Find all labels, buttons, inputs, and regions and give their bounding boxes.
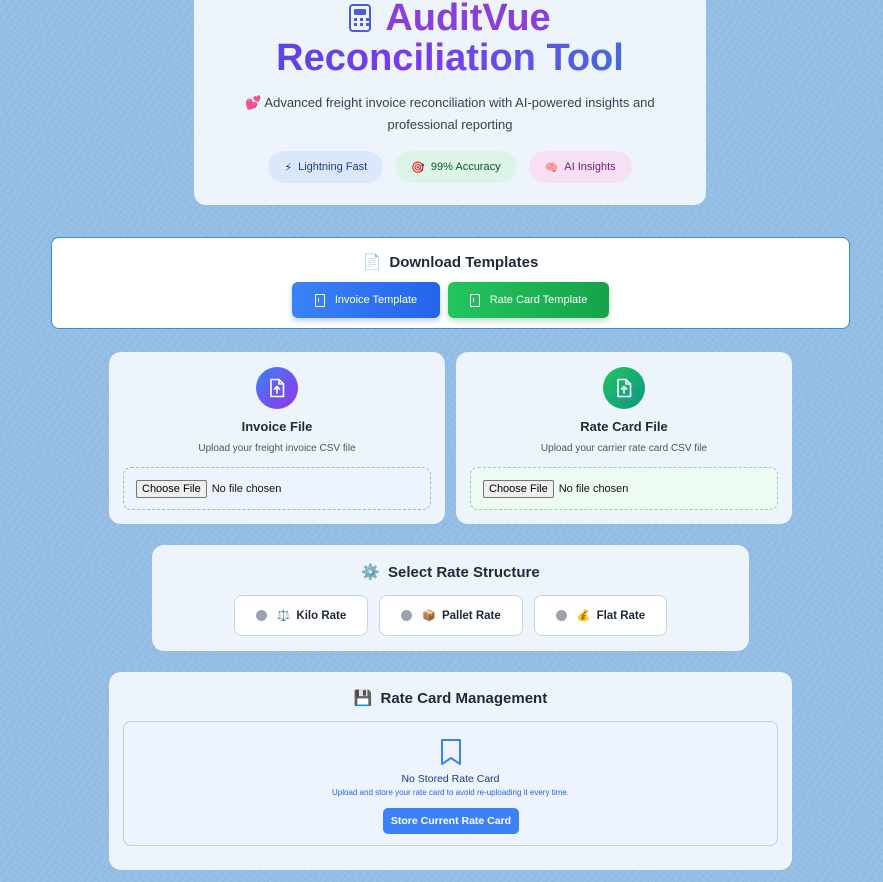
rate-card-file-title: Rate Card File — [580, 419, 668, 434]
rate-structure-title-text: Select Rate Structure — [387, 563, 540, 581]
bookmark-icon — [441, 739, 461, 765]
option-label: Kilo Rate — [296, 609, 347, 622]
calculator-icon — [349, 4, 372, 32]
rate-card-management-card: 💾 Rate Card Management No Stored Rate Ca… — [109, 672, 792, 870]
money-bag-icon: 💰 — [576, 610, 591, 622]
invoice-file-input[interactable]: Choose File No file chosen — [123, 467, 431, 510]
upload-icon — [256, 367, 298, 409]
badge-lightning-fast: ⚡ Lightning Fast — [268, 151, 384, 183]
option-kilo-rate[interactable]: ⚖️ Kilo Rate — [234, 595, 368, 636]
invoice-choose-file-button[interactable]: Choose File — [136, 479, 207, 498]
rate-card-upload-card: Rate Card File Upload your carrier rate … — [456, 352, 792, 524]
store-rate-card-button[interactable]: Store Current Rate Card — [383, 808, 519, 834]
badge-accuracy: 🎯 99% Accuracy — [395, 151, 517, 183]
option-flat-rate[interactable]: 💰 Flat Rate — [534, 595, 667, 636]
scale-icon: ⚖️ — [276, 610, 291, 622]
invoice-upload-card: Invoice File Upload your freight invoice… — [109, 352, 445, 524]
management-title-text: Rate Card Management — [380, 689, 548, 707]
target-icon: 🎯 — [411, 161, 425, 174]
badge-label: AI Insights — [564, 161, 616, 173]
templates-title-text: Download Templates — [389, 253, 539, 271]
template-buttons: Invoice Template Rate Card Template — [52, 282, 849, 318]
badge-ai-insights: 🧠 AI Insights — [528, 151, 632, 183]
option-pallet-rate[interactable]: 📦 Pallet Rate — [379, 595, 523, 636]
invoice-file-title: Invoice File — [241, 419, 313, 434]
package-icon: 📦 — [422, 610, 436, 622]
option-label: Flat Rate — [596, 609, 646, 622]
no-stored-rate-card-description: Upload and store your rate card to avoid… — [331, 788, 569, 797]
hero-card: AuditVue Reconciliation Tool 💕 Advanced … — [194, 0, 706, 205]
rate-card-file-input[interactable]: Choose File No file chosen — [470, 467, 778, 510]
app-title-line2: Reconciliation Tool — [194, 38, 706, 78]
upload-icon — [603, 367, 645, 409]
radio-indicator[interactable] — [555, 610, 567, 621]
app-subtitle: 💕 Advanced freight invoice reconciliatio… — [224, 92, 676, 136]
gear-icon: ⚙️ — [361, 564, 380, 581]
rate-card-file-status: No file chosen — [558, 482, 629, 495]
stored-rate-card-panel: No Stored Rate Card Upload and store you… — [123, 721, 778, 846]
templates-title: 📄 Download Templates — [52, 253, 849, 272]
floppy-disk-icon: 💾 — [353, 690, 373, 707]
radio-indicator[interactable] — [401, 610, 413, 621]
management-title: 💾 Rate Card Management — [109, 689, 792, 708]
radio-indicator[interactable] — [255, 610, 267, 621]
app-title: AuditVue Reconciliation Tool — [194, 0, 706, 78]
badge-label: 99% Accuracy — [430, 161, 501, 173]
document-icon: 📄 — [362, 254, 382, 271]
rate-card-template-button[interactable]: Rate Card Template — [448, 282, 609, 318]
rate-card-template-label: Rate Card Template — [489, 294, 588, 306]
option-label: Pallet Rate — [441, 609, 501, 622]
invoice-file-status: No file chosen — [211, 482, 282, 495]
invoice-template-button[interactable]: Invoice Template — [292, 282, 440, 318]
rocket-icon: 💕 — [245, 95, 262, 110]
invoice-template-label: Invoice Template — [334, 294, 418, 306]
rate-structure-title: ⚙️ Select Rate Structure — [152, 563, 749, 582]
app-subtitle-text: Advanced freight invoice reconciliation … — [264, 95, 655, 132]
app-title-line1: AuditVue — [385, 0, 551, 39]
invoice-file-description: Upload your freight invoice CSV file — [198, 443, 356, 454]
file-download-icon — [314, 293, 325, 307]
file-download-icon — [469, 293, 480, 307]
download-templates-card: 📄 Download Templates Invoice Template Ra… — [51, 237, 850, 329]
rate-structure-card: ⚙️ Select Rate Structure ⚖️ Kilo Rate 📦 … — [152, 545, 749, 651]
rate-card-choose-file-button[interactable]: Choose File — [483, 479, 554, 498]
rate-card-file-description: Upload your carrier rate card CSV file — [540, 443, 708, 454]
no-stored-rate-card-title: No Stored Rate Card — [401, 773, 500, 785]
feature-badges: ⚡ Lightning Fast 🎯 99% Accuracy 🧠 AI Ins… — [194, 151, 706, 183]
badge-label: Lightning Fast — [298, 161, 368, 173]
lightning-icon: ⚡ — [284, 161, 293, 174]
rate-structure-options: ⚖️ Kilo Rate 📦 Pallet Rate 💰 Flat Rate — [152, 595, 749, 636]
brain-icon: 🧠 — [544, 161, 559, 174]
